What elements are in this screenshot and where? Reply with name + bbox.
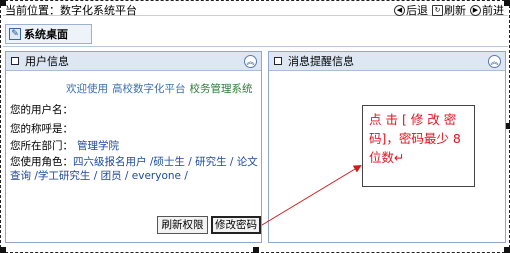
frame-handle-bottom-mid [253,247,259,253]
refresh-permissions-button[interactable]: 刷新权限 [157,216,208,234]
frame-handle-bottom-right [504,247,510,253]
username-label: 您的用户名： [10,104,73,116]
user-info-title: 用户信息 [25,55,69,68]
nickname-row: 您的称呼是： [10,121,77,136]
welcome-text: 欢迎使用 [66,83,108,95]
back-button[interactable]: ◀ 后退 [394,2,428,18]
roles-label: 您使用角色： [10,156,73,168]
collapse-icon[interactable]: ︽ [244,55,257,68]
annotation-callout: 点 击 [ 修 改 密 码]，密码最少 8 位数↵ [362,105,475,187]
user-info-panel: 用户信息 ︽ 欢迎使用 高校数字化平台 校务管理系统 您的用户名： 您的称呼是： 您… [5,51,262,243]
square-icon [11,57,19,65]
back-label: 后退 [406,4,428,17]
tab-divider [3,46,508,47]
system-name: 校务管理系统 [189,83,253,95]
callout-text: 点 击 [ 修 改 密 码]，密码最少 8 位数↵ [369,112,461,165]
message-header: 消息提醒信息 [269,52,505,71]
nickname-label: 您的称呼是： [10,123,73,135]
current-location: 当前位置：数字化系统平台 [5,4,137,17]
refresh-label: 刷新 [444,4,466,17]
refresh-button[interactable]: ↻ 刷新 [432,2,466,18]
top-bar: 当前位置：数字化系统平台 ◀ 后退 ↻ 刷新 ▶ 前进 [3,1,508,18]
refresh-icon: ↻ [432,4,443,16]
welcome-line: 欢迎使用 高校数字化平台 校务管理系统 [66,81,253,96]
tab-system-desktop[interactable]: ✎ 系统桌面 [5,24,92,44]
username-row: 您的用户名： [10,102,77,117]
platform-name: 高校数字化平台 [112,83,186,95]
back-icon: ◀ [394,4,405,16]
roles-row: 您使用角色：四六级报名用户 /硕士生 / 研究生 / 论文查询 /学工研究生 /… [10,155,260,183]
forward-icon: ▶ [470,4,481,16]
department-value: 管理学院 [77,140,119,152]
square-icon [274,57,282,65]
change-password-button[interactable]: 修改密码 [211,216,261,234]
message-title: 消息提醒信息 [288,55,354,68]
forward-label: 前进 [482,4,504,17]
department-label: 您所在部门： [10,140,73,152]
department-row: 您所在部门： 管理学院 [10,138,119,153]
pencil-icon: ✎ [9,28,21,40]
frame-handle-bottom-left [0,247,6,253]
collapse-icon[interactable]: ︽ [488,55,501,68]
user-info-header: 用户信息 [6,52,261,71]
top-nav: ◀ 后退 ↻ 刷新 ▶ 前进 [394,2,504,18]
forward-button[interactable]: ▶ 前进 [470,2,504,18]
tab-label: 系统桌面 [24,28,68,41]
